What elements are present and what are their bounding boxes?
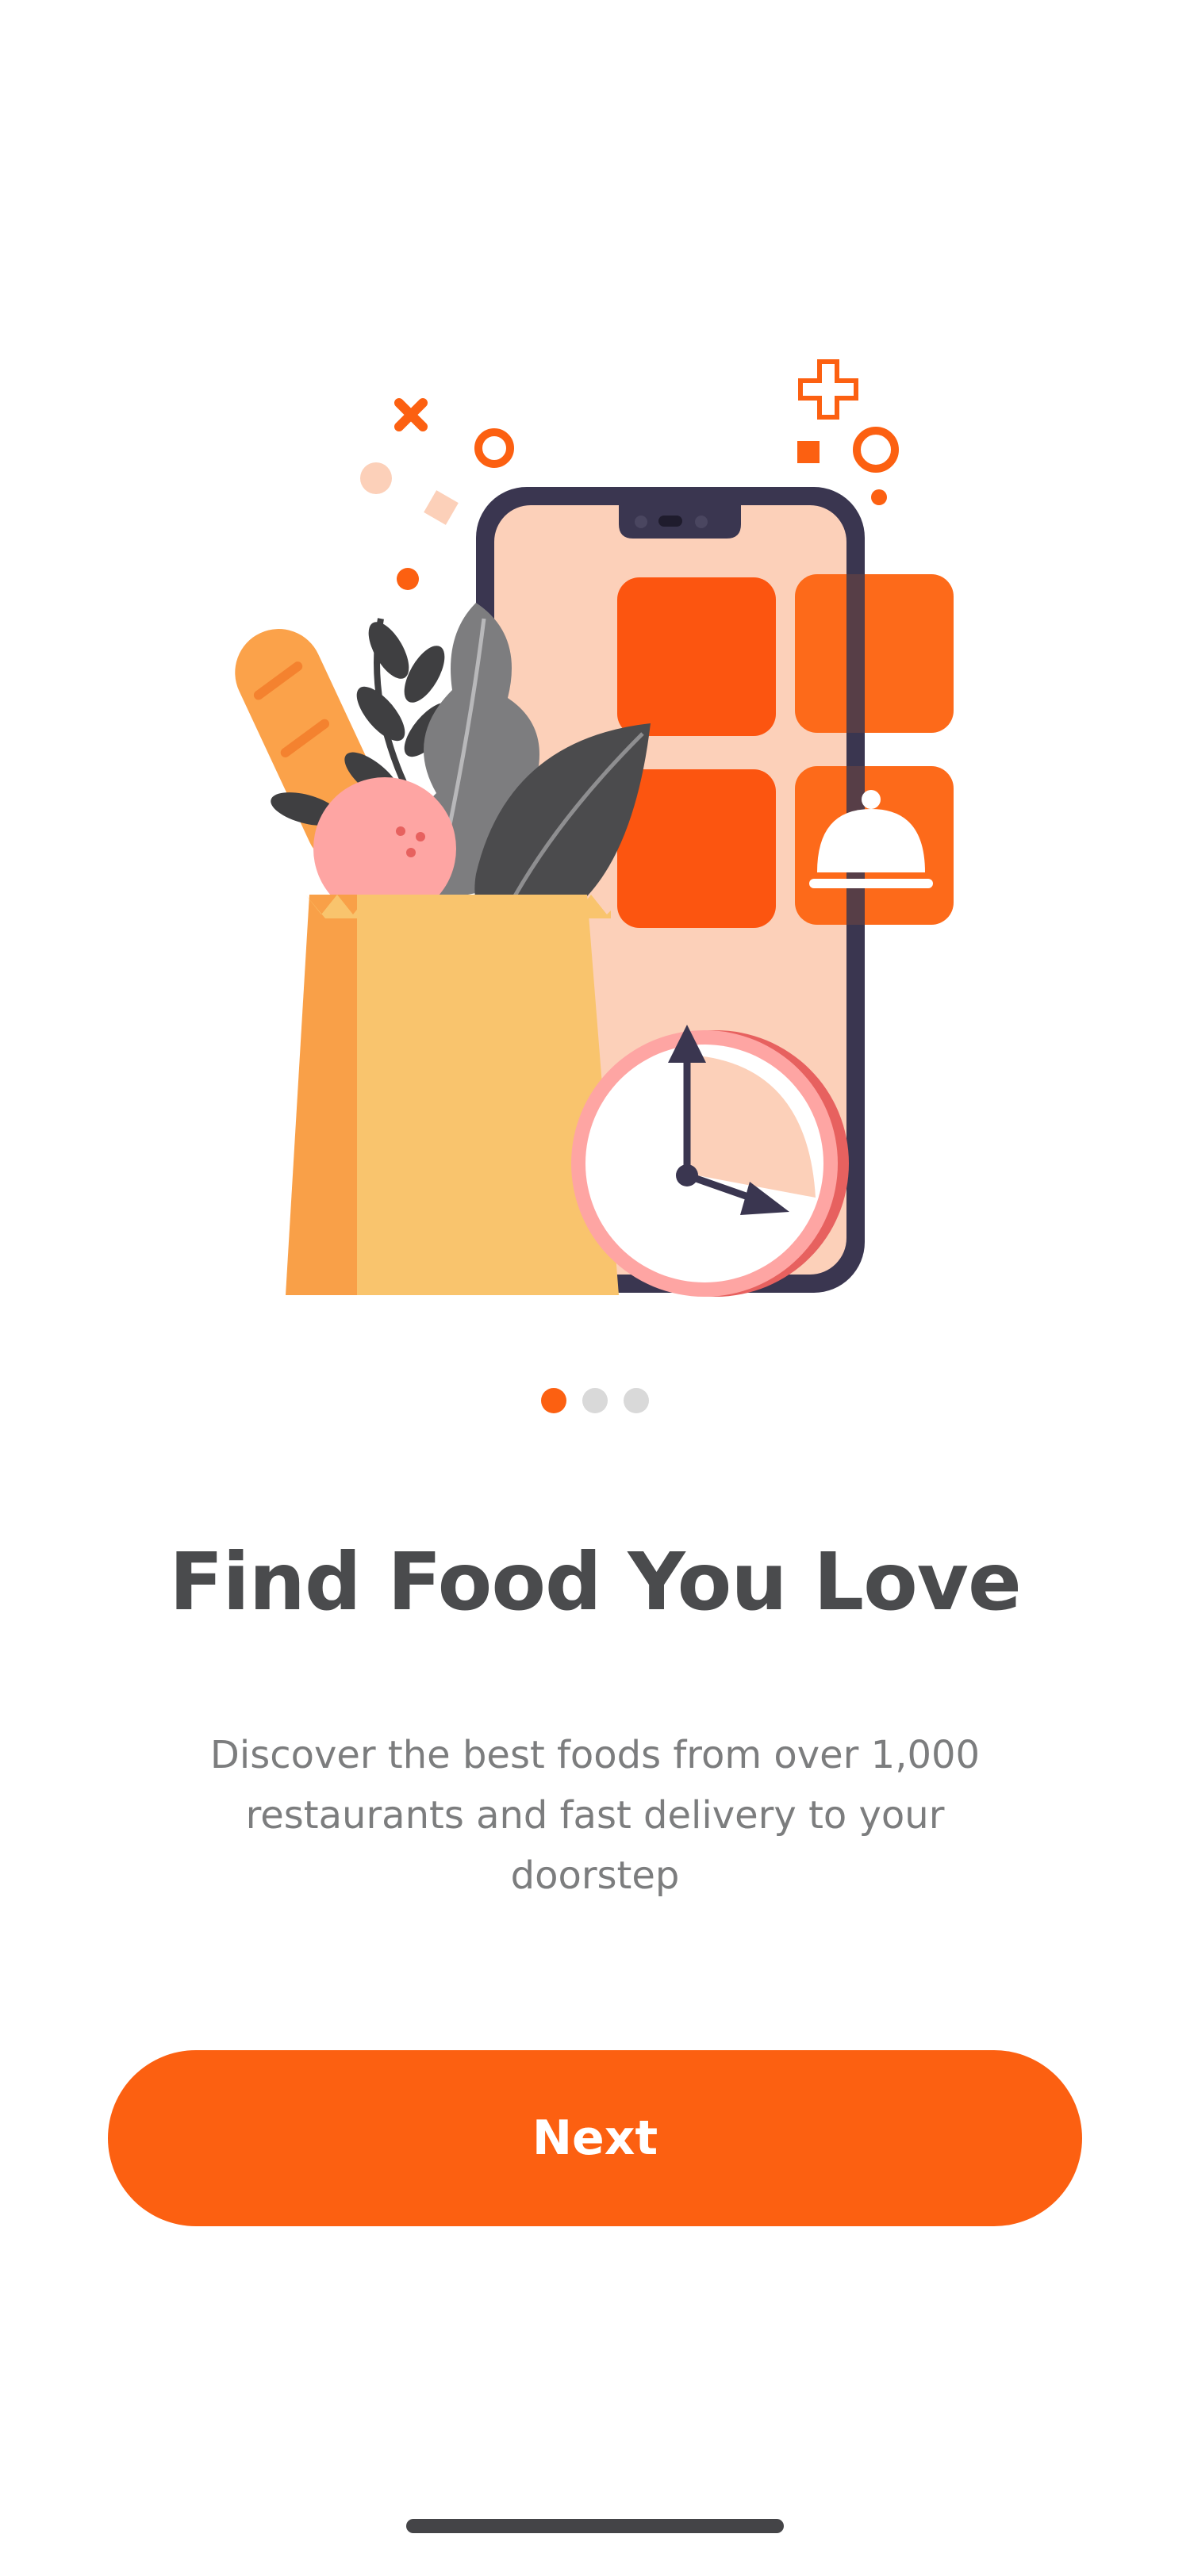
onboarding-title: Find Food You Love bbox=[169, 1535, 1022, 1628]
page-indicator bbox=[0, 1388, 1190, 1413]
onboarding-illustration bbox=[0, 0, 1190, 1348]
page-dot-active[interactable] bbox=[541, 1388, 566, 1413]
home-indicator[interactable] bbox=[406, 2519, 784, 2533]
next-button-label: Next bbox=[532, 2110, 658, 2166]
page-dot[interactable] bbox=[582, 1388, 608, 1413]
onboarding-description: Discover the best foods from over 1,000 … bbox=[209, 1733, 981, 1898]
page-dot[interactable] bbox=[624, 1388, 649, 1413]
next-button[interactable]: Next bbox=[108, 2050, 1082, 2226]
